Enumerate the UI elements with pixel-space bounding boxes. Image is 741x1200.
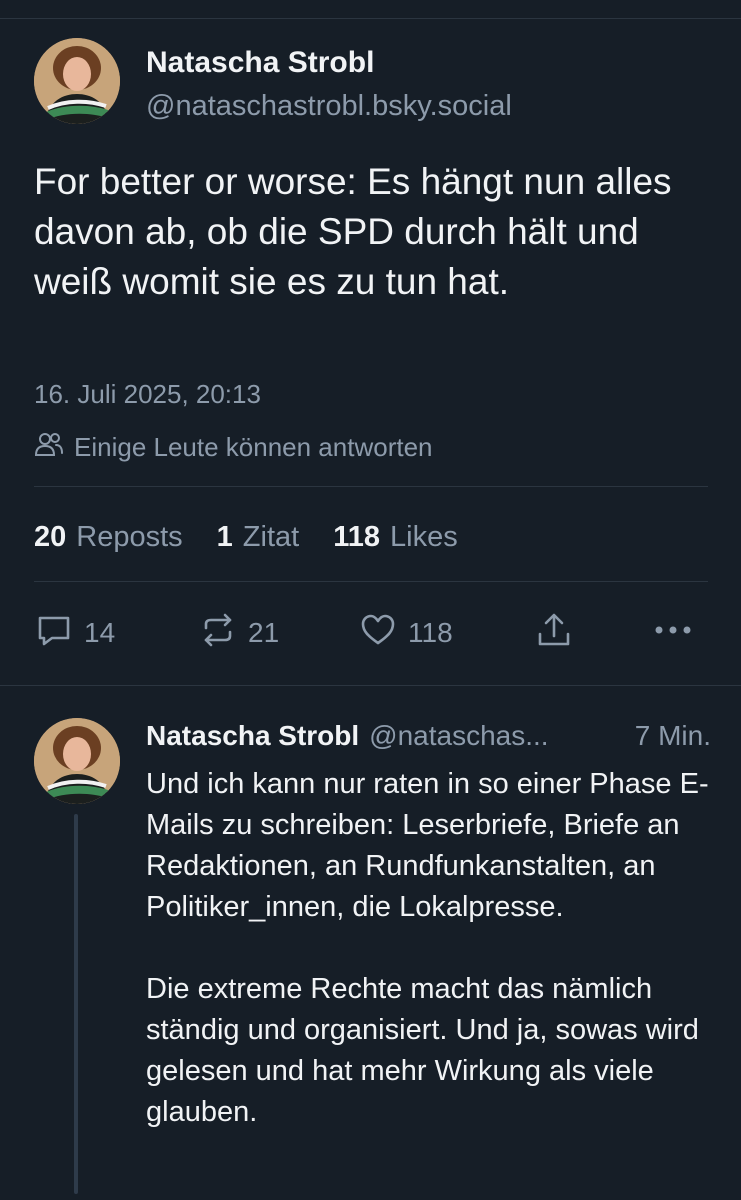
avatar[interactable] [34,718,120,804]
more-button[interactable] [652,611,694,655]
reply-author-name[interactable]: Natascha Strobl [146,720,359,752]
post-stats: 20 Reposts 1 Zitat 118 Likes [34,517,458,557]
likes-label: Likes [390,520,458,553]
reply-paragraph: Und ich kann nur raten in so einer Phase… [146,768,709,923]
reply-time: 7 Min. [634,720,711,751]
author-name[interactable]: Natascha Strobl [146,46,374,80]
more-icon [652,610,694,657]
quotes-count: 1 [216,520,233,553]
reposts-count: 20 [34,520,67,553]
main-post: Natascha Strobl @nataschastrobl.bsky.soc… [0,19,741,685]
reply-author-handle[interactable]: @nataschas... [369,720,615,752]
repost-count: 21 [248,617,280,648]
likes-count: 118 [333,520,380,553]
share-icon [534,610,574,657]
post-text: For better or worse: Es hängt nun alles … [34,161,672,302]
reply-count: 14 [84,617,116,648]
reply-setting-label: Einige Leute können antworten [74,431,433,462]
thread-line [74,814,78,1194]
like-icon [358,610,398,657]
reply-button[interactable]: 14 [34,611,115,655]
quotes-label: Zitat [242,520,300,553]
likes-stat[interactable]: 118 Likes [333,521,458,554]
avatar[interactable] [34,38,120,124]
people-icon [34,429,64,466]
reposts-label: Reposts [76,520,183,553]
reply-text: Und ich kann nur raten in so einer Phase… [146,764,726,1133]
reply-paragraph: Die extreme Rechte macht das nämlich stä… [146,973,699,1128]
repost-icon [198,610,238,657]
divider [34,486,708,487]
reply-setting: Einige Leute können antworten [34,429,433,465]
like-button[interactable]: 118 [358,611,453,655]
post-actions: 14 21 118 [34,611,708,655]
like-count: 118 [408,617,453,648]
quotes-stat[interactable]: 1 Zitat [217,521,300,554]
reply-post[interactable]: Natascha Strobl @nataschas... 7 Min. Und… [0,686,741,1200]
author-handle[interactable]: @nataschastrobl.bsky.social [146,90,512,123]
share-button[interactable] [534,611,574,655]
post-timestamp: 16. Juli 2025, 20:13 [34,379,261,409]
divider [34,581,708,582]
reply-icon [34,610,74,657]
reposts-stat[interactable]: 20 Reposts [34,521,183,554]
repost-button[interactable]: 21 [198,611,279,655]
reply-header: Natascha Strobl @nataschas... 7 Min. [146,720,711,752]
